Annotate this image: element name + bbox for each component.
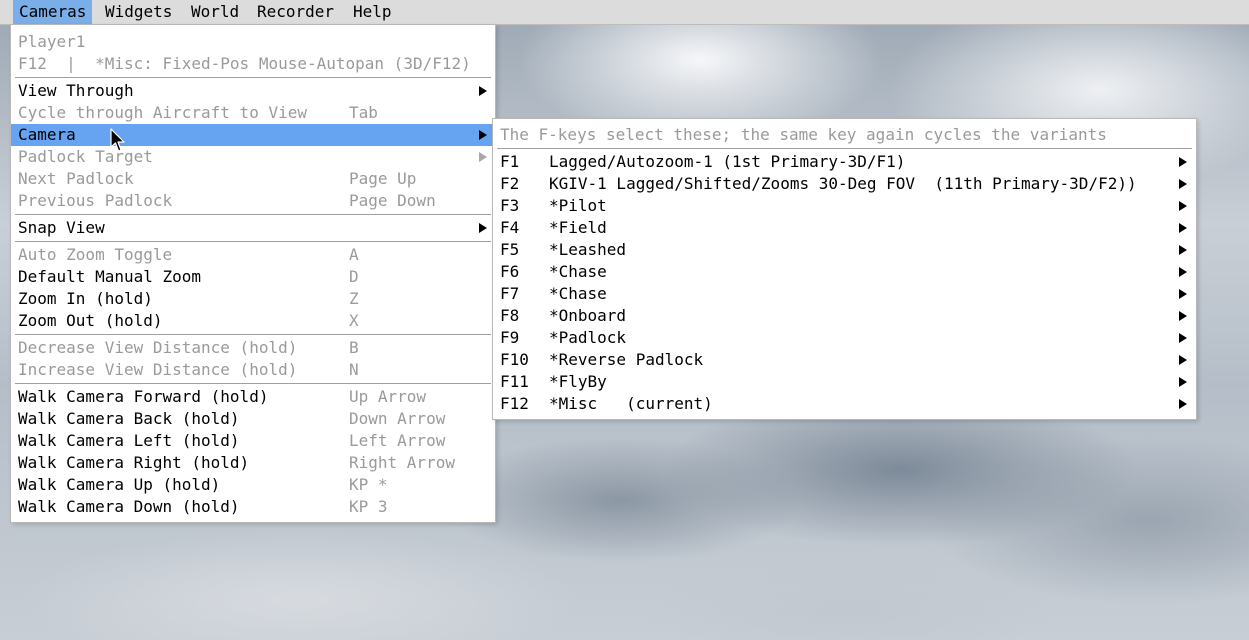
submenu-arrow-icon <box>1179 355 1187 365</box>
menu-item-previous-padlock[interactable]: Previous Padlock Page Down <box>11 190 495 212</box>
menu-item-next-padlock[interactable]: Next Padlock Page Up <box>11 168 495 190</box>
menu-item-padlock-target[interactable]: Padlock Target <box>11 146 495 168</box>
submenu-arrow-icon <box>1179 311 1187 321</box>
menu-item-auto-zoom-toggle[interactable]: Auto Zoom Toggle A <box>11 244 495 266</box>
camera-item-f3[interactable]: F3 *Pilot <box>493 195 1196 217</box>
menu-item-walk-back[interactable]: Walk Camera Back (hold) Down Arrow <box>11 408 495 430</box>
menu-item-increase-view-distance[interactable]: Increase View Distance (hold) N <box>11 359 495 381</box>
camera-item-f6[interactable]: F6 *Chase <box>493 261 1196 283</box>
submenu-arrow-icon <box>1179 267 1187 277</box>
submenu-arrow-icon <box>1179 157 1187 167</box>
menu-item-snap-view[interactable]: Snap View <box>11 217 495 239</box>
menu-item-camera[interactable]: Camera <box>11 124 495 146</box>
menu-item-walk-down[interactable]: Walk Camera Down (hold) KP 3 <box>11 496 495 518</box>
menu-header-player: Player1 <box>18 32 86 51</box>
submenu-arrow-icon <box>1179 179 1187 189</box>
submenu-arrow-icon <box>1179 289 1187 299</box>
camera-item-f11[interactable]: F11 *FlyBy <box>493 371 1196 393</box>
submenu-arrow-icon <box>479 130 487 140</box>
camera-submenu: The F-keys select these; the same key ag… <box>492 118 1197 420</box>
menu-item-walk-right[interactable]: Walk Camera Right (hold) Right Arrow <box>11 452 495 474</box>
divider <box>15 214 491 215</box>
menu-item-walk-forward[interactable]: Walk Camera Forward (hold) Up Arrow <box>11 386 495 408</box>
mouse-pointer-icon <box>110 128 125 152</box>
menu-widgets[interactable]: Widgets <box>99 0 178 24</box>
menu-item-walk-up[interactable]: Walk Camera Up (hold) KP * <box>11 474 495 496</box>
menubar: Cameras Widgets World Recorder Help <box>0 0 1249 25</box>
camera-item-f9[interactable]: F9 *Padlock <box>493 327 1196 349</box>
menu-recorder[interactable]: Recorder <box>251 0 340 24</box>
camera-item-f7[interactable]: F7 *Chase <box>493 283 1196 305</box>
camera-item-f8[interactable]: F8 *Onboard <box>493 305 1196 327</box>
submenu-arrow-icon <box>479 223 487 233</box>
camera-item-f12[interactable]: F12 *Misc (current) <box>493 393 1196 415</box>
camera-item-f10[interactable]: F10 *Reverse Padlock <box>493 349 1196 371</box>
divider <box>15 241 491 242</box>
menu-item-cycle-aircraft[interactable]: Cycle through Aircraft to View Tab <box>11 102 495 124</box>
divider <box>15 334 491 335</box>
menu-header-current-view: F12 | *Misc: Fixed-Pos Mouse-Autopan (3D… <box>18 54 471 73</box>
cameras-dropdown: Player1 F12 | *Misc: Fixed-Pos Mouse-Aut… <box>10 24 496 523</box>
menu-item-walk-left[interactable]: Walk Camera Left (hold) Left Arrow <box>11 430 495 452</box>
menu-item-decrease-view-distance[interactable]: Decrease View Distance (hold) B <box>11 337 495 359</box>
camera-item-f5[interactable]: F5 *Leashed <box>493 239 1196 261</box>
submenu-header: The F-keys select these; the same key ag… <box>500 125 1107 144</box>
divider <box>15 383 491 384</box>
submenu-arrow-icon <box>1179 377 1187 387</box>
camera-item-f2[interactable]: F2 KGIV-1 Lagged/Shifted/Zooms 30-Deg FOV… <box>493 173 1196 195</box>
submenu-arrow-icon <box>1179 223 1187 233</box>
menu-item-zoom-out[interactable]: Zoom Out (hold) X <box>11 310 495 332</box>
divider <box>497 148 1192 149</box>
camera-item-f4[interactable]: F4 *Field <box>493 217 1196 239</box>
submenu-arrow-icon <box>479 86 487 96</box>
menu-world[interactable]: World <box>185 0 245 24</box>
divider <box>15 77 491 78</box>
menu-item-default-manual-zoom[interactable]: Default Manual Zoom D <box>11 266 495 288</box>
submenu-arrow-icon <box>479 152 487 162</box>
menu-item-view-through[interactable]: View Through <box>11 80 495 102</box>
camera-item-f1[interactable]: F1 Lagged/Autozoom-1 (1st Primary-3D/F1) <box>493 151 1196 173</box>
submenu-arrow-icon <box>1179 245 1187 255</box>
menu-help[interactable]: Help <box>347 0 398 24</box>
submenu-arrow-icon <box>1179 399 1187 409</box>
menu-item-zoom-in[interactable]: Zoom In (hold) Z <box>11 288 495 310</box>
menu-cameras[interactable]: Cameras <box>13 0 93 24</box>
submenu-arrow-icon <box>1179 201 1187 211</box>
submenu-arrow-icon <box>1179 333 1187 343</box>
